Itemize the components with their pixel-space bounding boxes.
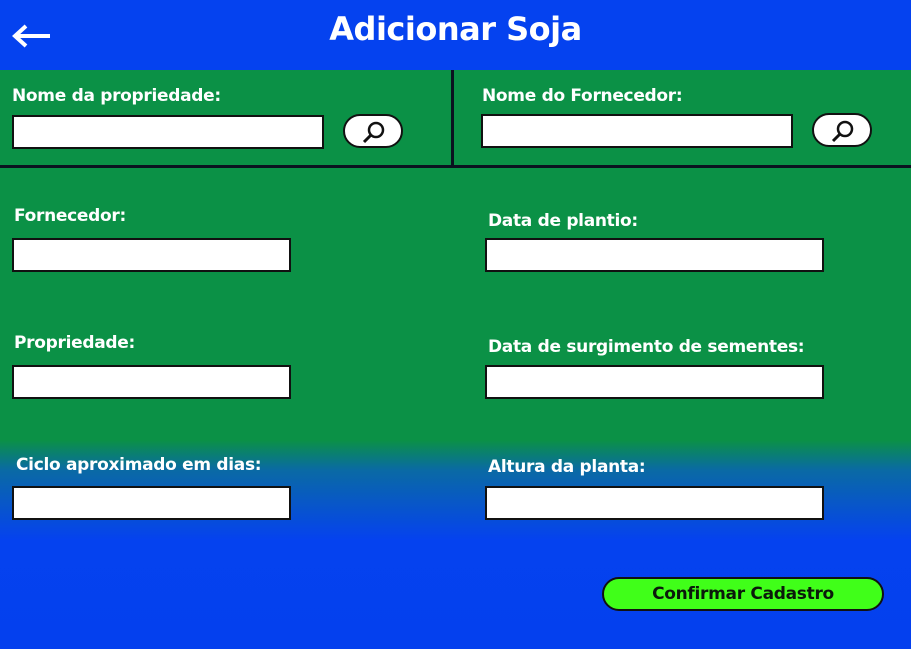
magnifier-icon xyxy=(831,120,854,143)
search-fornecedor-button[interactable] xyxy=(812,113,872,147)
search-propriedade-input[interactable] xyxy=(12,115,324,149)
search-fornecedor-label: Nome do Fornecedor: xyxy=(482,86,683,106)
altura-input[interactable] xyxy=(485,486,824,520)
data-sementes-label: Data de surgimento de sementes: xyxy=(488,337,805,357)
page-title: Adicionar Soja xyxy=(329,10,582,48)
data-sementes-input[interactable] xyxy=(485,365,824,399)
search-propriedade-button[interactable] xyxy=(343,114,403,148)
search-fornecedor-input[interactable] xyxy=(481,114,793,148)
propriedade-input[interactable] xyxy=(12,365,291,399)
fornecedor-label: Fornecedor: xyxy=(14,206,126,226)
ciclo-input[interactable] xyxy=(12,486,291,520)
confirm-button[interactable]: Confirmar Cadastro xyxy=(602,577,884,611)
search-divider xyxy=(451,70,454,167)
propriedade-label: Propriedade: xyxy=(14,333,135,353)
magnifier-icon xyxy=(362,121,385,144)
search-propriedade-label: Nome da propriedade: xyxy=(12,86,221,106)
app-header: Adicionar Soja xyxy=(0,0,911,70)
altura-label: Altura da planta: xyxy=(488,457,646,477)
fornecedor-input[interactable] xyxy=(12,238,291,272)
data-plantio-input[interactable] xyxy=(485,238,824,272)
ciclo-label: Ciclo aproximado em dias: xyxy=(16,455,262,475)
data-plantio-label: Data de plantio: xyxy=(488,211,638,231)
